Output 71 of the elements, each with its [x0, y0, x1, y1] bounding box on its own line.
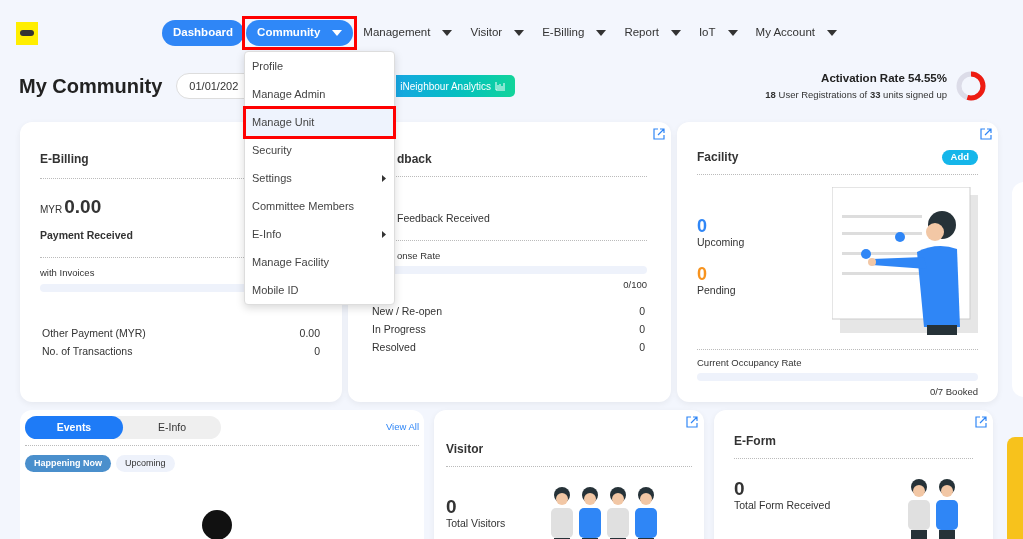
nav-menu-item[interactable]: Dashboard — [162, 20, 245, 46]
caret-icon — [442, 30, 453, 36]
bar-label: Current Occupancy Rate — [697, 356, 803, 370]
filter-chip[interactable]: Upcoming — [116, 455, 175, 472]
dropdown-item[interactable]: Committee Members — [245, 192, 394, 220]
activation-donut-chart — [955, 70, 987, 102]
dropdown-item[interactable]: Security — [245, 136, 394, 164]
nav-menu-item[interactable]: Community — [246, 20, 354, 46]
caret-icon — [827, 30, 837, 36]
stat-value: 0 — [446, 497, 458, 516]
bar-chart-icon — [494, 81, 505, 91]
logo-icon[interactable] — [16, 21, 38, 45]
stat-value: 0 — [639, 322, 645, 337]
stat-label: Pending — [697, 282, 737, 298]
dropdown-item[interactable]: E-Info — [245, 220, 394, 248]
nav-menu-item[interactable]: Report — [616, 20, 689, 46]
stat-value: 0 — [639, 304, 645, 320]
amount-label: Payment Received — [40, 227, 133, 243]
stat-value: 0 — [697, 217, 708, 235]
stat-value: 0 — [734, 479, 746, 498]
stat-label: No. of Transactions — [42, 344, 133, 360]
stat-label: Resolved — [372, 339, 416, 355]
submenu-arrow-icon — [382, 174, 386, 182]
stat-value: 0 — [314, 344, 320, 360]
stat-value: 0 — [697, 264, 708, 283]
tab[interactable]: Events — [25, 416, 123, 439]
stat-label: Other Payment (MYR) — [42, 325, 146, 341]
bar-label: with Invoices — [40, 266, 95, 281]
nav-menu-item[interactable]: My Account — [747, 20, 845, 46]
card-title: Facility — [697, 149, 739, 166]
page-title: My Community — [19, 74, 163, 99]
external-link-icon[interactable] — [975, 416, 987, 428]
caret-icon — [332, 30, 343, 36]
help-icon — [202, 510, 232, 539]
card-title: dback — [396, 151, 433, 168]
dropdown-item[interactable]: Settings — [245, 164, 394, 192]
nav-menu-item[interactable]: Management — [355, 20, 461, 46]
response-rate-value: 0/100 — [622, 278, 647, 292]
card-title: Visitor — [446, 441, 485, 458]
booked-value: 0/7 Booked — [928, 385, 978, 400]
caret-icon — [727, 30, 738, 36]
nav-menu-item[interactable]: IoT — [690, 20, 746, 46]
caret-icon — [670, 30, 681, 36]
stat-value: 0.00 — [299, 325, 320, 341]
stat-label: Upcoming — [697, 235, 745, 250]
stat-label: Total Visitors — [446, 516, 506, 531]
amount-value: 0.00 — [64, 195, 102, 219]
stat-label: Total Form Received — [734, 498, 831, 513]
bar-label: onse Rate — [396, 248, 442, 263]
external-link-icon[interactable] — [653, 128, 665, 140]
stat-value: 0 — [639, 339, 645, 355]
tab[interactable]: E-Info — [123, 416, 221, 439]
dropdown-item[interactable]: Mobile ID — [245, 276, 394, 304]
nav-menu-item[interactable]: E-Billing — [534, 20, 615, 46]
dropdown-item[interactable]: Manage Unit — [245, 108, 394, 136]
dropdown-item[interactable]: Manage Facility — [245, 248, 394, 276]
activation-summary: 18 User Registrations of 33 units signed up — [765, 87, 947, 102]
card-title: E-Billing — [40, 152, 89, 166]
submenu-arrow-icon — [382, 230, 386, 238]
caret-icon — [514, 30, 525, 36]
activation-rate-title: Activation Rate 54.55% — [821, 71, 947, 87]
nav-menu-item[interactable]: Visitor — [462, 20, 533, 46]
stat-label: New / Re-open — [372, 304, 443, 320]
caret-icon — [596, 30, 607, 36]
external-link-icon[interactable] — [686, 416, 698, 428]
stat-label: In Progress — [372, 322, 426, 337]
external-link-icon[interactable] — [980, 128, 992, 140]
feedback-received-label: Feedback Received — [396, 211, 491, 226]
view-all-link[interactable]: View All — [385, 420, 419, 435]
currency-label: MYR — [40, 203, 63, 217]
card-title: E-Form — [734, 433, 777, 450]
